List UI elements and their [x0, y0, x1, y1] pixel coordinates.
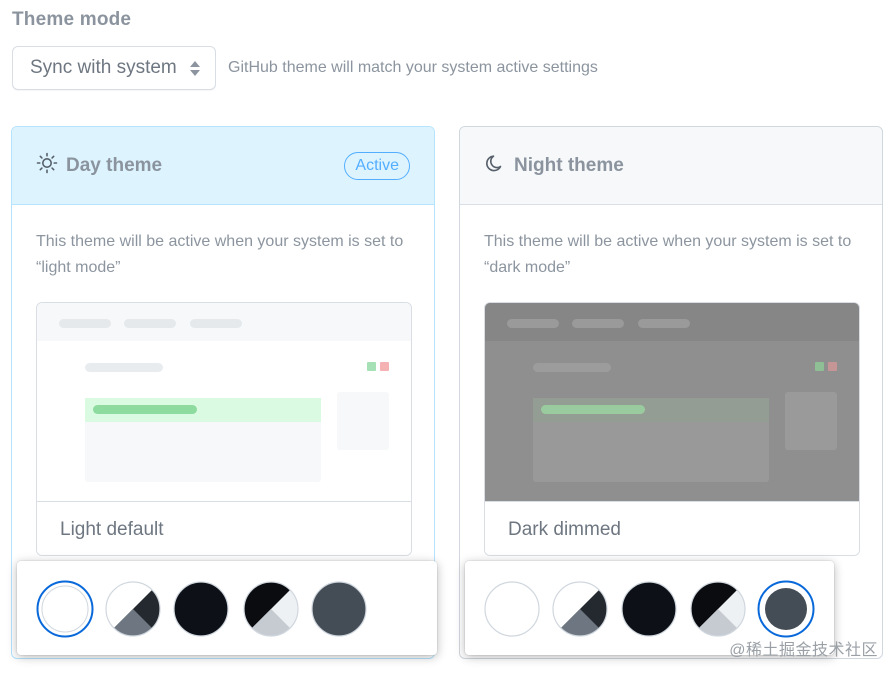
theme-mode-row: Sync with system GitHub theme will match… — [12, 46, 598, 90]
swatch-light-default[interactable] — [36, 580, 94, 638]
night-theme-description: This theme will be active when your syst… — [484, 233, 852, 276]
theme-mode-select[interactable]: Sync with system — [12, 46, 216, 90]
swatch-dark-high-contrast[interactable] — [689, 580, 746, 637]
day-theme-swatch-panel — [17, 561, 437, 655]
theme-mode-select-value: Sync with system — [30, 57, 177, 78]
swatch-dark-default[interactable] — [172, 580, 229, 637]
swatch-dark-dimmed[interactable] — [310, 580, 367, 637]
night-theme-title: Night theme — [514, 154, 624, 176]
day-theme-description: This theme will be active when your syst… — [36, 233, 404, 276]
swatch-dark-high-contrast[interactable] — [242, 580, 299, 637]
theme-mode-hint: GitHub theme will match your system acti… — [228, 59, 598, 76]
swatch-dark-dimmed[interactable] — [757, 580, 815, 638]
moon-icon — [484, 152, 506, 179]
swatch-light-default[interactable] — [483, 580, 540, 637]
swatch-light-high-contrast[interactable] — [104, 580, 161, 637]
light-default-label: Light default — [37, 501, 411, 555]
sun-icon — [36, 152, 58, 179]
day-theme-header: Day theme Active — [12, 127, 434, 205]
watermark: @稀土掘金技术社区 — [729, 642, 878, 659]
light-default-preview[interactable]: Light default — [36, 302, 412, 556]
dark-dimmed-preview[interactable]: Dark dimmed — [484, 302, 860, 556]
dark-dimmed-label: Dark dimmed — [485, 501, 859, 555]
light-preview-canvas — [37, 303, 411, 501]
theme-mode-title: Theme mode — [12, 9, 132, 30]
active-badge: Active — [344, 151, 410, 180]
swatch-dark-default[interactable] — [620, 580, 677, 637]
swatch-light-high-contrast[interactable] — [551, 580, 608, 637]
day-theme-title: Day theme — [66, 154, 163, 176]
select-arrows-icon — [189, 58, 201, 78]
dark-preview-canvas — [485, 303, 859, 501]
night-theme-header: Night theme — [460, 127, 882, 205]
